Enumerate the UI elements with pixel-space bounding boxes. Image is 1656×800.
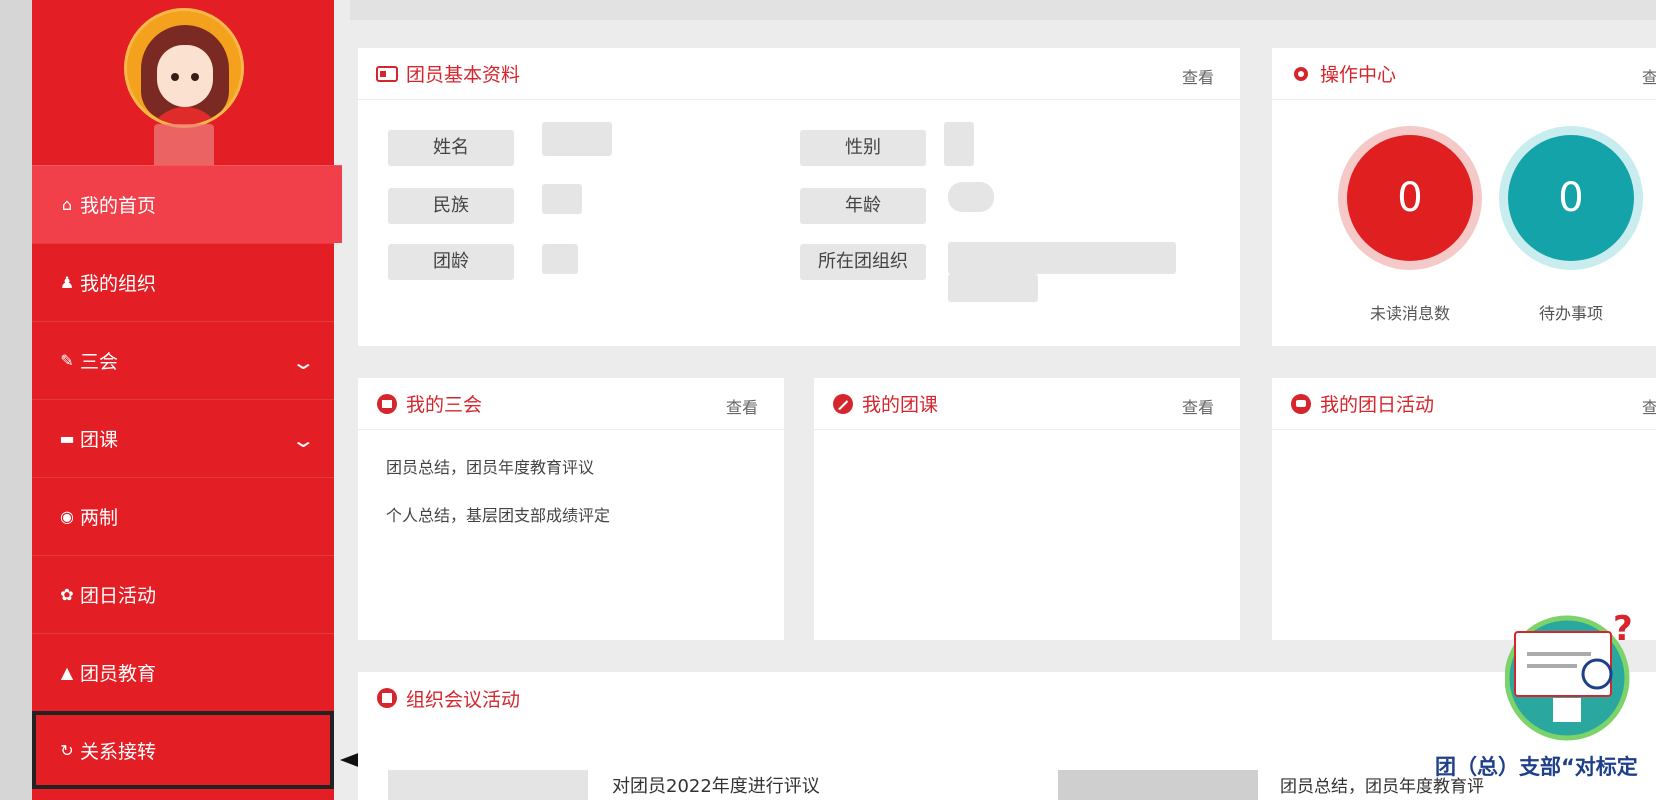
sidebar-item-league-day[interactable]: ✿ 团日活动: [32, 555, 334, 633]
ethnicity-label: 民族: [388, 188, 514, 224]
view-link[interactable]: 查: [1642, 394, 1656, 418]
news-thumbnail[interactable]: [388, 770, 588, 800]
panel-title: 我的团课: [862, 394, 939, 416]
graduation-cap-icon: ▲: [60, 662, 74, 682]
target-icon: ◉: [60, 506, 74, 526]
my-class-panel: 我的团课 查看: [814, 378, 1240, 640]
league-age-value-redacted: [542, 244, 578, 274]
meeting-icon: [376, 687, 398, 709]
organization-label: 所在团组织: [800, 244, 926, 280]
my-meetings-panel: 我的三会 查看 团员总结，团员年度教育评议 个人总结，基层团支部成绩评定: [358, 378, 784, 640]
news-title[interactable]: 对团员2022年度进行评议: [612, 772, 820, 798]
panel-title: 团员基本资料: [406, 64, 521, 86]
chevron-down-icon[interactable]: ⌄: [291, 350, 316, 374]
list-item[interactable]: 团员总结，团员年度教育评议: [386, 454, 594, 478]
sidebar-item-label: 两制: [80, 507, 119, 529]
organization-value-redacted: [948, 242, 1176, 274]
sidebar-item-two-systems[interactable]: ◉ 两制: [32, 477, 334, 555]
rocket-icon: [832, 393, 854, 415]
gender-value-redacted: [944, 122, 974, 166]
sidebar-item-label: 三会: [80, 351, 119, 373]
sidebar: ⌂ 我的首页 ♟ 我的组织 ✎ 三会 ⌄ ▬ 团课 ⌄ ◉ 两制 ✿ 团日活动 …: [32, 0, 342, 800]
sidebar-item-label: 团课: [80, 429, 119, 451]
sidebar-item-label: 团日活动: [80, 585, 157, 607]
todo-count-badge[interactable]: 0: [1508, 135, 1634, 261]
sidebar-item-league-class[interactable]: ▬ 团课 ⌄: [32, 399, 334, 477]
refresh-icon: ↻: [60, 740, 74, 760]
id-card-icon: [376, 63, 398, 85]
gear-icon: ✿: [60, 584, 74, 604]
news-thumbnail[interactable]: [1058, 770, 1258, 800]
organization-value-redacted-2: [948, 274, 1038, 302]
unread-count-label: 未读消息数: [1369, 304, 1450, 323]
list-item[interactable]: 个人总结，基层团支部成绩评定: [386, 502, 610, 526]
profile-area: [32, 0, 334, 172]
view-link[interactable]: 查看: [1182, 64, 1214, 88]
age-label: 年龄: [800, 188, 926, 224]
todo-count-label: 待办事项: [1538, 304, 1603, 323]
sidebar-item-transfer[interactable]: ↻ 关系接转: [32, 711, 334, 789]
sidebar-item-education[interactable]: ▲ 团员教育: [32, 633, 334, 711]
league-age-label: 团龄: [388, 244, 514, 280]
panel-title: 组织会议活动: [406, 688, 521, 711]
chevron-down-icon[interactable]: ⌄: [291, 428, 316, 452]
sidebar-item-label: 关系接转: [80, 741, 157, 763]
help-promo-icon[interactable]: ?: [1505, 612, 1645, 742]
users-icon: ♟: [59, 272, 75, 292]
sidebar-item-label: 团员教育: [80, 663, 157, 685]
view-link[interactable]: 查: [1642, 64, 1656, 88]
sidebar-item-label: 我的首页: [80, 195, 157, 217]
calendar-icon: [376, 393, 398, 415]
sidebar-item-my-org[interactable]: ♟ 我的组织: [32, 243, 334, 321]
operation-center-panel: 操作中心 查 0 未读消息数 0 待办事项: [1272, 48, 1656, 346]
edit-icon: ✎: [60, 350, 74, 370]
basic-info-panel: 团员基本资料 查看 姓名 性别 民族 年龄 团龄 所在团组织: [358, 48, 1240, 346]
left-border: [0, 0, 32, 800]
panel-title: 我的团日活动: [1320, 394, 1435, 416]
home-icon: ⌂: [61, 194, 73, 214]
sidebar-item-home[interactable]: ⌂ 我的首页: [32, 165, 342, 243]
chat-icon: [1290, 393, 1312, 415]
folder-icon: ▬: [59, 428, 75, 448]
age-value-redacted: [948, 182, 994, 212]
view-link[interactable]: 查看: [1182, 394, 1214, 418]
panel-title: 操作中心: [1320, 64, 1397, 86]
sidebar-item-label: 我的组织: [80, 273, 157, 295]
my-activity-panel: 我的团日活动 查: [1272, 378, 1656, 640]
name-label: 姓名: [388, 130, 514, 166]
unread-count-badge[interactable]: 0: [1347, 135, 1473, 261]
gender-label: 性别: [800, 130, 926, 166]
avatar[interactable]: [124, 8, 244, 128]
svg-text:?: ?: [1613, 612, 1633, 649]
top-bar: [350, 0, 1656, 20]
sidebar-item-three-meetings[interactable]: ✎ 三会 ⌄: [32, 321, 334, 399]
panel-title: 我的三会: [406, 394, 483, 416]
gear-icon: [1290, 63, 1312, 85]
view-link[interactable]: 查看: [726, 394, 758, 418]
ethnicity-value-redacted: [542, 184, 582, 214]
promo-caption[interactable]: 团（总）支部“对标定: [1435, 751, 1638, 781]
name-value-redacted: [542, 122, 612, 156]
